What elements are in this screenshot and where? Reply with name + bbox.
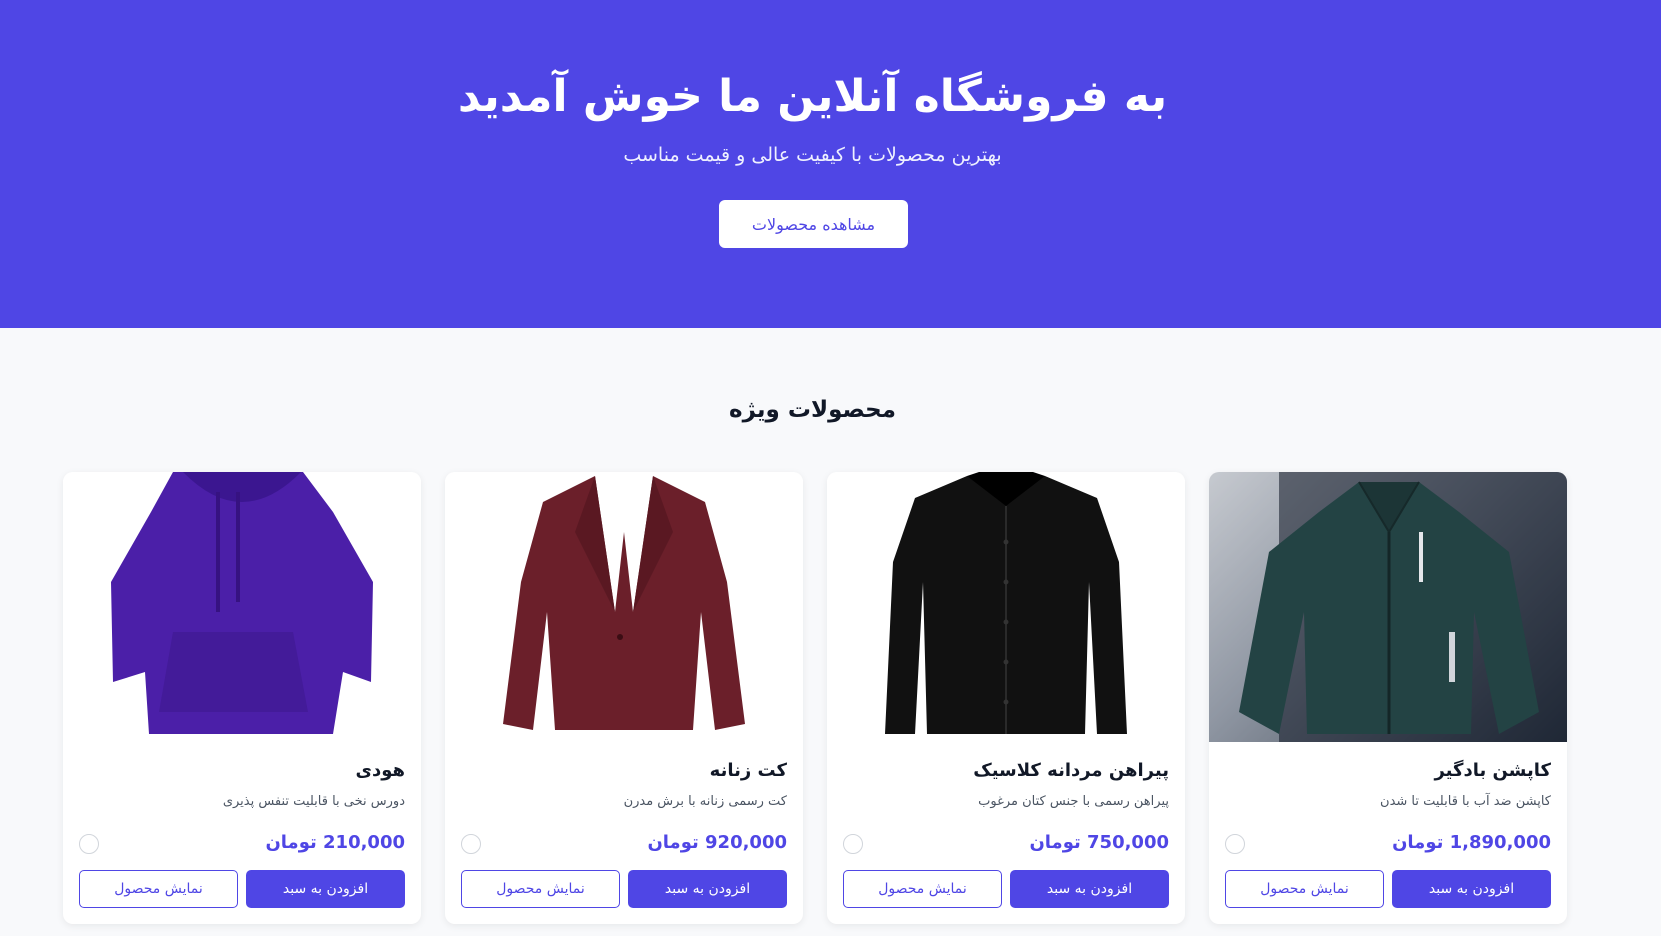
hero-subtitle: بهترین محصولات با کیفیت عالی و قیمت مناس…: [623, 144, 1002, 166]
product-card: پیراهن مردانه کلاسیک پیراهن رسمی با جنس …: [827, 472, 1185, 924]
product-name: کاپشن بادگیر: [1434, 760, 1551, 781]
product-name: کت زنانه: [709, 760, 787, 781]
product-info: کاپشن بادگیر کاپشن ضد آب با قابلیت تا شد…: [1209, 742, 1567, 924]
product-name: هودی: [355, 760, 406, 781]
select-radio[interactable]: [1225, 834, 1245, 854]
hoodie-image[interactable]: [63, 472, 421, 742]
jacket-illustration: [1209, 472, 1567, 742]
select-radio[interactable]: [843, 834, 863, 854]
product-price: 1,890,000 تومان: [1392, 832, 1551, 853]
featured-products-title: محصولات ویژه: [729, 397, 896, 423]
product-description: کاپشن ضد آب با قابلیت تا شدن: [1380, 794, 1551, 809]
product-description: پیراهن رسمی با جنس کتان مرغوب: [978, 794, 1169, 809]
product-name: پیراهن مردانه کلاسیک: [973, 760, 1169, 781]
product-info: هودی دورس نخی با قابلیت تنفس پذیری 210,0…: [63, 742, 421, 924]
blazer-image[interactable]: [445, 472, 803, 742]
product-grid: کاپشن بادگیر کاپشن ضد آب با قابلیت تا شد…: [62, 472, 1567, 924]
add-to-cart-button[interactable]: افزودن به سبد: [628, 870, 787, 908]
select-radio[interactable]: [79, 834, 99, 854]
shirt-illustration: [885, 472, 1127, 734]
product-card: هودی دورس نخی با قابلیت تنفس پذیری 210,0…: [63, 472, 421, 924]
view-product-button[interactable]: نمایش محصول: [461, 870, 620, 908]
jacket-image[interactable]: [1209, 472, 1567, 742]
product-price: 750,000 تومان: [1029, 832, 1169, 853]
product-price: 920,000 تومان: [647, 832, 787, 853]
view-product-button[interactable]: نمایش محصول: [1225, 870, 1384, 908]
hero-banner: به فروشگاه آنلاین ما خوش آمدید بهترین مح…: [0, 0, 1661, 328]
hero-title: به فروشگاه آنلاین ما خوش آمدید: [457, 71, 1168, 122]
product-description: کت رسمی زنانه با برش مدرن: [623, 794, 787, 809]
blazer-illustration: [503, 474, 745, 730]
product-price: 210,000 تومان: [265, 832, 405, 853]
view-product-button[interactable]: نمایش محصول: [79, 870, 238, 908]
view-products-button[interactable]: مشاهده محصولات: [719, 200, 908, 248]
shirt-image[interactable]: [827, 472, 1185, 742]
add-to-cart-button[interactable]: افزودن به سبد: [1010, 870, 1169, 908]
view-product-button[interactable]: نمایش محصول: [843, 870, 1002, 908]
select-radio[interactable]: [461, 834, 481, 854]
add-to-cart-button[interactable]: افزودن به سبد: [1392, 870, 1551, 908]
product-info: پیراهن مردانه کلاسیک پیراهن رسمی با جنس …: [827, 742, 1185, 924]
hoodie-illustration: [111, 472, 373, 734]
product-card: کت زنانه کت رسمی زنانه با برش مدرن 920,0…: [445, 472, 803, 924]
product-card: کاپشن بادگیر کاپشن ضد آب با قابلیت تا شد…: [1209, 472, 1567, 924]
product-info: کت زنانه کت رسمی زنانه با برش مدرن 920,0…: [445, 742, 803, 924]
add-to-cart-button[interactable]: افزودن به سبد: [246, 870, 405, 908]
product-description: دورس نخی با قابلیت تنفس پذیری: [222, 794, 405, 809]
